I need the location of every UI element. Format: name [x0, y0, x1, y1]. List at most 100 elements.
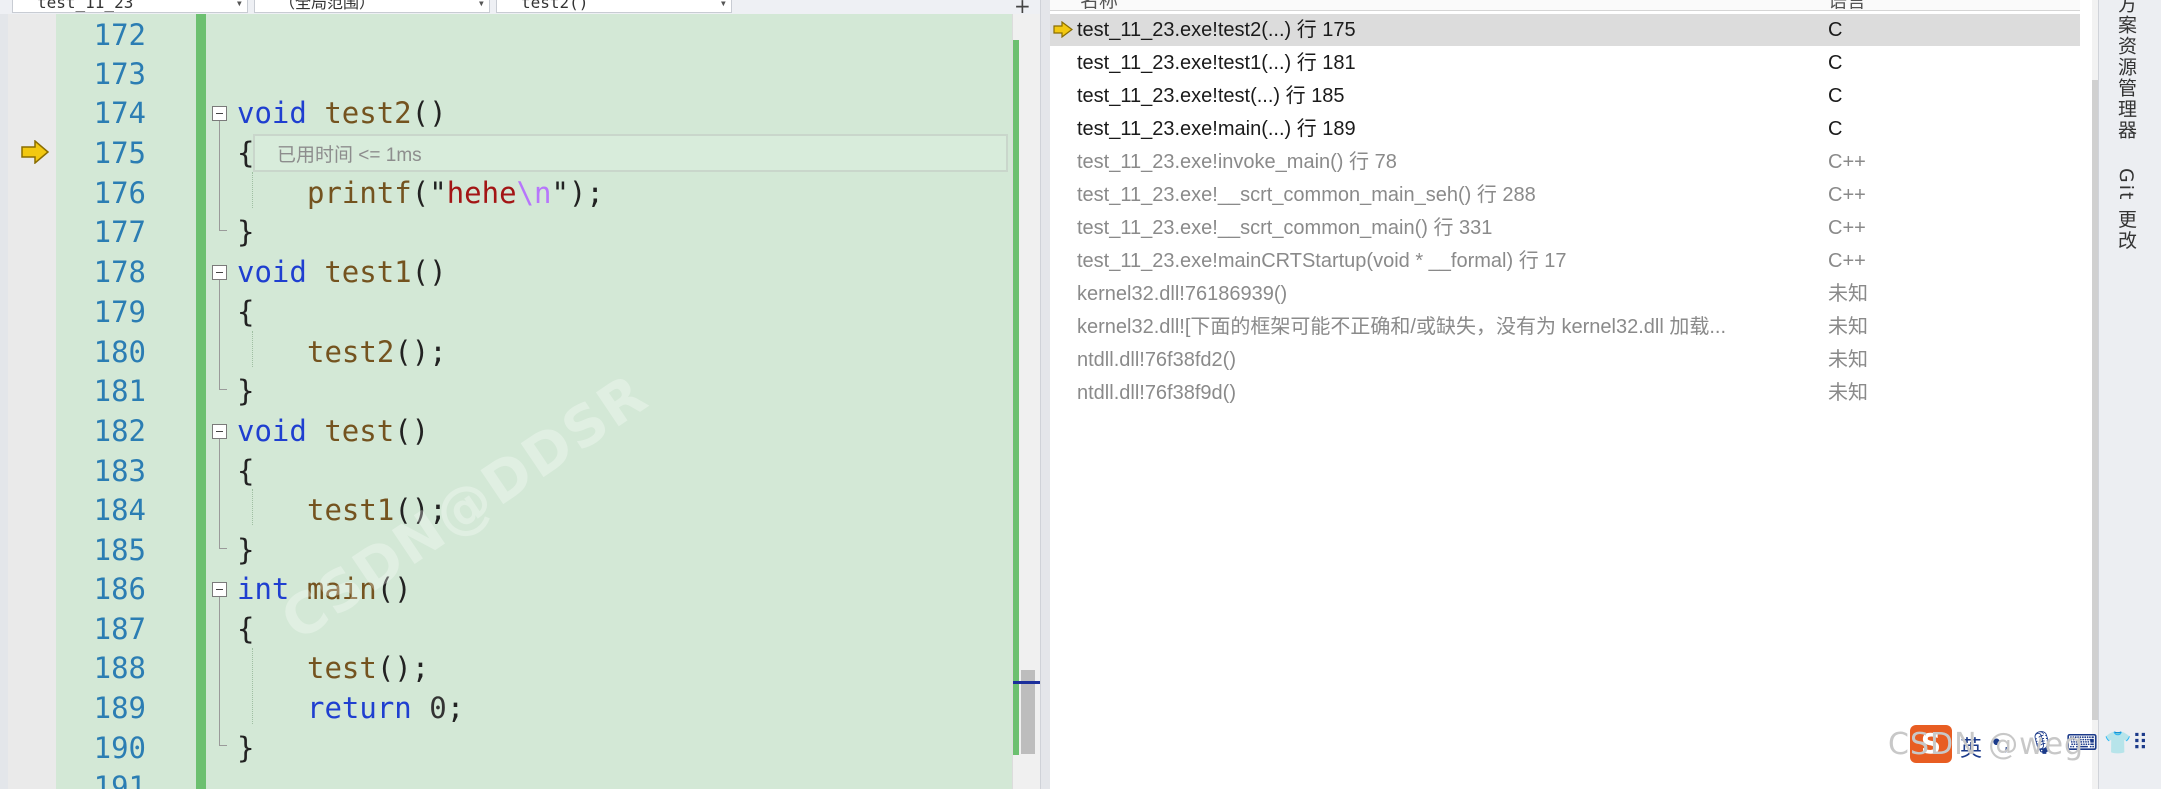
tab-solution-explorer[interactable]: 方案资源管理器	[2113, 0, 2140, 141]
line-number: 188	[93, 651, 146, 685]
code-line[interactable]: printf("hehe\n");	[307, 173, 604, 213]
line-number: 176	[93, 176, 146, 210]
punctuation: ();	[376, 651, 430, 685]
code-line[interactable]: }	[237, 728, 254, 768]
collapse-icon[interactable]	[212, 582, 227, 597]
punctuation: ()	[394, 414, 430, 448]
code-line[interactable]: {	[237, 451, 254, 491]
function-name: test2	[307, 335, 395, 369]
frame-name: test_11_23.exe!test2(...) 行 175	[1077, 19, 1356, 41]
scrollbar-caret-marker	[1013, 681, 1041, 684]
code-line[interactable]: {	[237, 609, 254, 649]
line-number: 183	[93, 454, 146, 488]
chevron-down-icon: ▾	[719, 0, 727, 10]
frame-name: test_11_23.exe!__scrt_common_main_seh() …	[1077, 184, 1536, 206]
code-line[interactable]: return 0;	[307, 688, 464, 728]
line-number: 179	[93, 295, 146, 329]
code-line[interactable]: }	[237, 212, 254, 252]
line-number: 177	[93, 215, 146, 249]
function-name: printf	[307, 176, 412, 210]
frame-name: ntdll.dll!76f38f9d()	[1077, 382, 1236, 404]
call-stack-row[interactable]: test_11_23.exe!invoke_main() 行 78 C++	[1050, 146, 2080, 178]
perf-tip[interactable]: 已用时间 <= 1ms	[277, 140, 422, 167]
function-name: test1	[324, 255, 412, 289]
call-stack-row[interactable]: test_11_23.exe!mainCRTStartup(void * __f…	[1050, 245, 2080, 277]
frame-language: C++	[1828, 184, 1866, 206]
indicator-margin[interactable]	[8, 14, 56, 789]
punctuation: }	[237, 374, 255, 408]
call-stack-row[interactable]: test_11_23.exe!test(...) 行 185 C	[1050, 80, 2080, 112]
frame-language: 未知	[1828, 349, 1868, 371]
collapse-icon[interactable]	[212, 424, 227, 439]
fold-guide-line	[219, 597, 220, 745]
fold-guide-end	[219, 389, 227, 390]
line-number: 178	[93, 255, 146, 289]
number-literal: 0	[429, 691, 447, 725]
call-stack-header: 名称 语言	[1050, 0, 2080, 11]
punctuation: {	[237, 295, 255, 329]
frame-language: C	[1828, 118, 1843, 140]
editor-vertical-scrollbar[interactable]	[1012, 14, 1041, 789]
scope-dropdown[interactable]: （全局范围） ▾	[254, 0, 490, 13]
code-line[interactable]: void test2()	[237, 93, 447, 133]
keyword: void	[237, 255, 307, 289]
keyword: void	[237, 414, 307, 448]
call-stack-row[interactable]: test_11_23.exe!__scrt_common_main_seh() …	[1050, 179, 2080, 211]
fold-guide-line	[219, 280, 220, 389]
member-dropdown-value: test2()	[521, 0, 589, 12]
punctuation: }	[237, 731, 255, 765]
line-number: 187	[93, 612, 146, 646]
punctuation: }	[237, 533, 255, 567]
code-line[interactable]: }	[237, 530, 254, 570]
line-number: 182	[93, 414, 146, 448]
member-dropdown[interactable]: test2() ▾	[496, 0, 732, 13]
call-stack-row[interactable]: kernel32.dll!76186939() 未知	[1050, 278, 2080, 310]
call-stack-row[interactable]: test_11_23.exe!test1(...) 行 181 C	[1050, 47, 2080, 79]
fold-guide-end	[219, 548, 227, 549]
split-editor-icon[interactable]: +	[1014, 0, 1031, 14]
code-line[interactable]: void test()	[237, 411, 429, 451]
project-dropdown[interactable]: test_11_23 ▾	[12, 0, 248, 13]
call-stack-row[interactable]: kernel32.dll![下面的框架可能不正确和/或缺失，没有为 kernel…	[1050, 311, 2080, 343]
punctuation: ()	[411, 96, 447, 130]
clothing-skin-icon[interactable]: 👕	[2104, 731, 2131, 756]
current-statement-arrow-icon	[21, 140, 50, 164]
line-number: 186	[93, 572, 146, 606]
call-stack-panel: 名称 语言 test_11_23.exe!test2(...) 行 175 C …	[1050, 0, 2098, 789]
code-line[interactable]: test2();	[307, 332, 447, 372]
punctuation: ();	[394, 335, 447, 369]
code-line[interactable]: {	[237, 133, 254, 173]
frame-name: test_11_23.exe!test1(...) 行 181	[1077, 52, 1356, 74]
apps-grid-icon[interactable]: ⠿	[2132, 731, 2148, 756]
call-stack-row[interactable]: ntdll.dll!76f38fd2() 未知	[1050, 344, 2080, 376]
punctuation: ");	[551, 176, 604, 210]
collapse-icon[interactable]	[212, 265, 227, 280]
code-line[interactable]: void test1()	[237, 252, 447, 292]
code-line[interactable]: test();	[307, 648, 429, 688]
frame-language: C	[1828, 52, 1843, 74]
indent-guide	[252, 331, 253, 367]
frame-language: C	[1828, 19, 1843, 41]
call-stack-row[interactable]: test_11_23.exe!test2(...) 行 175 C	[1050, 14, 2080, 46]
tab-git-changes[interactable]: Git 更改	[2113, 168, 2140, 252]
call-stack-row[interactable]: test_11_23.exe!main(...) 行 189 C	[1050, 113, 2080, 145]
punctuation: }	[237, 215, 255, 249]
line-number: 189	[93, 691, 146, 725]
indent-guide	[252, 648, 253, 724]
escape-sequence: \n	[516, 176, 552, 210]
fold-guide-line	[219, 439, 220, 548]
frame-language: 未知	[1828, 316, 1868, 338]
code-line[interactable]: {	[237, 292, 254, 332]
fold-guide-end	[219, 230, 227, 231]
column-header-name[interactable]: 名称	[1080, 0, 1118, 10]
collapse-icon[interactable]	[212, 106, 227, 121]
call-stack-row[interactable]: ntdll.dll!76f38f9d() 未知	[1050, 377, 2080, 409]
call-stack-row[interactable]: test_11_23.exe!__scrt_common_main() 行 33…	[1050, 212, 2080, 244]
function-name: test2	[324, 96, 412, 130]
line-number: 175	[93, 136, 146, 170]
code-line[interactable]: }	[237, 371, 254, 411]
line-number: 174	[93, 96, 146, 130]
punctuation: ;	[446, 691, 465, 725]
punctuation: ()	[411, 255, 447, 289]
column-header-language[interactable]: 语言	[1828, 0, 1866, 10]
